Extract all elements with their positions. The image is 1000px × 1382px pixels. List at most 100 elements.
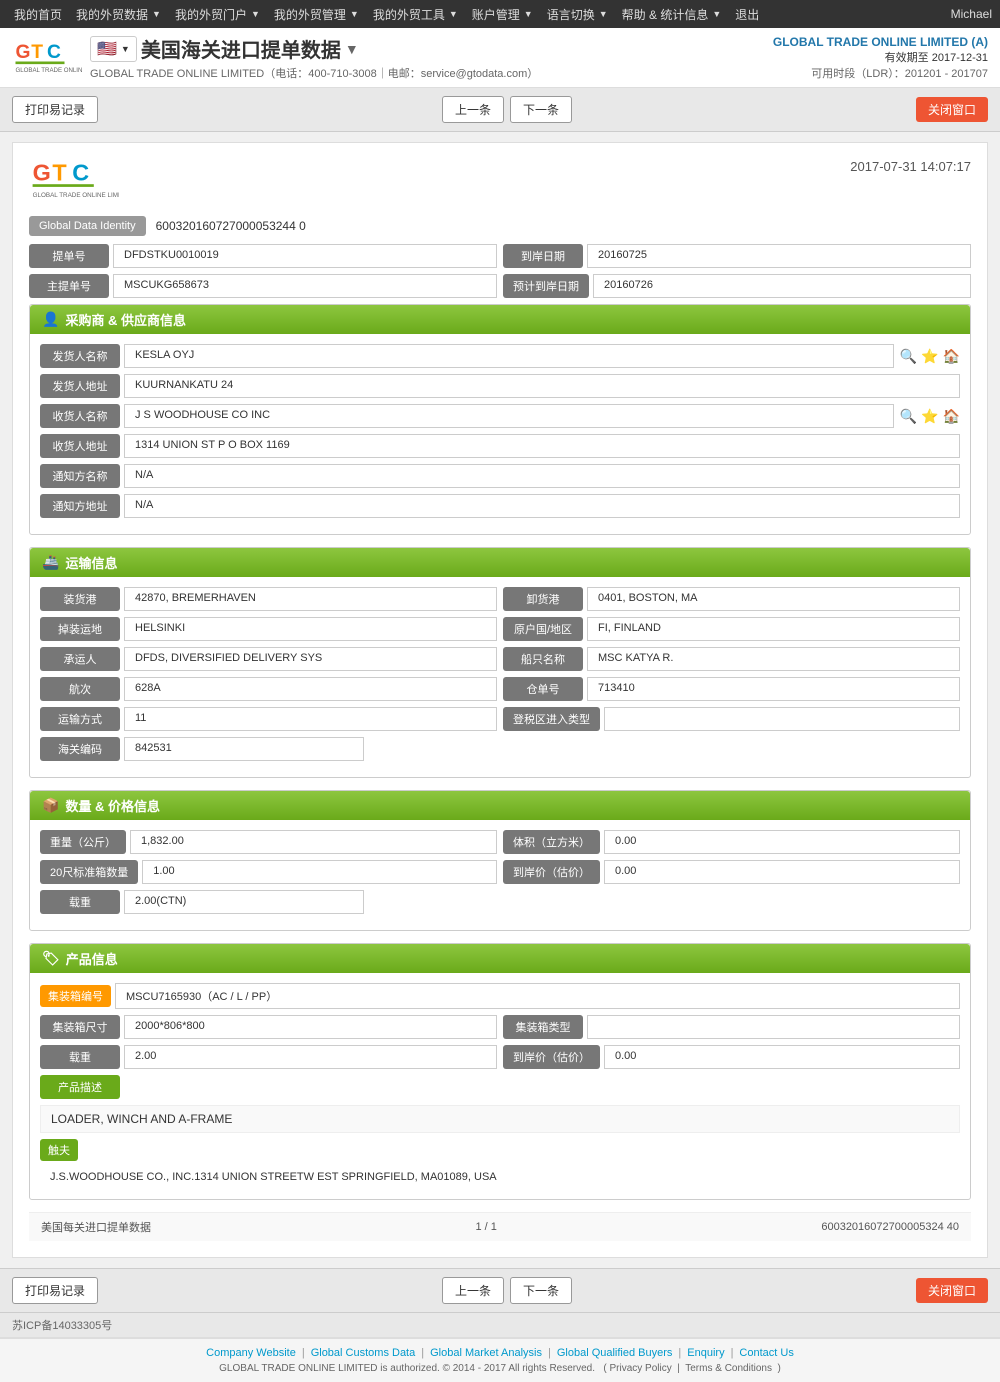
header-title-area: 🇺🇸 ▼ 美国海关进口提单数据 ▼ GLOBAL TRADE ONLINE LI…: [90, 34, 538, 81]
page-title: 🇺🇸 ▼ 美国海关进口提单数据 ▼: [90, 34, 538, 63]
discharge-port-row: 卸货港 0401, BOSTON, MA: [503, 587, 960, 611]
origin-row: 原户国/地区 FI, FINLAND: [503, 617, 960, 641]
qty-row: 载重 2.00(CTN): [40, 890, 960, 914]
footer-link-qualified-buyers[interactable]: Global Qualified Buyers: [557, 1347, 673, 1359]
shipper-name-value: KESLA OYJ: [124, 344, 894, 368]
copyright-text: GLOBAL TRADE ONLINE LIMITED is authorize…: [219, 1363, 595, 1374]
container-type-label: 集装箱类型: [503, 1015, 583, 1039]
nav-data[interactable]: 我的外贸数据▼: [70, 2, 167, 27]
svg-text:T: T: [31, 42, 43, 63]
transport-row1: 装货港 42870, BREMERHAVEN 卸货港 0401, BOSTON,…: [40, 587, 960, 611]
transport-mode-row: 运输方式 11: [40, 707, 497, 731]
product-qty-row: 载重 2.00: [40, 1045, 497, 1069]
buyer-label[interactable]: 触夫: [40, 1139, 78, 1161]
nav-home[interactable]: 我的首页: [8, 2, 68, 27]
container-no-label: 集装箱编号: [40, 985, 111, 1007]
footer-sep3: |: [548, 1347, 551, 1359]
qty-label: 载重: [40, 890, 120, 914]
footer-link-customs[interactable]: Global Customs Data: [311, 1347, 416, 1359]
carrier-value: DFDS, DIVERSIFIED DELIVERY SYS: [124, 647, 497, 671]
bottom-print-button[interactable]: 打印易记录: [12, 1277, 98, 1304]
ftz-value: [604, 707, 960, 731]
us-flag-icon: 🇺🇸: [97, 39, 117, 59]
nav-lang[interactable]: 语言切换▼: [541, 2, 614, 27]
vessel-label: 船只名称: [503, 647, 583, 671]
header: G T C GLOBAL TRADE ONLINE LIMITED 🇺🇸 ▼ 美…: [0, 28, 1000, 88]
nav-manage[interactable]: 我的外贸管理▼: [268, 2, 365, 27]
close-button[interactable]: 关闭窗口: [916, 97, 988, 122]
bottom-prev-button[interactable]: 上一条: [442, 1277, 504, 1304]
notify-name-row: 通知方名称 N/A: [40, 464, 960, 488]
dropdown-arrow: ▼: [251, 9, 260, 19]
notify-name-label: 通知方名称: [40, 464, 120, 488]
prev-button[interactable]: 上一条: [442, 96, 504, 123]
global-data-identity-value: 600320160727000053244 0: [156, 219, 306, 233]
footer-link-company[interactable]: Company Website: [206, 1347, 296, 1359]
bill-fields-row2: 主提单号 MSCUKG658673 预计到岸日期 20160726: [29, 274, 971, 298]
arrival-price-row: 到岸价（估价） 0.00: [503, 860, 960, 884]
customs-code-row: 海关编码 842531: [40, 737, 960, 761]
vessel-row: 船只名称 MSC KATYA R.: [503, 647, 960, 671]
notify-name-value: N/A: [124, 464, 960, 488]
gtc-logo: G T C GLOBAL TRADE ONLINE LIMITED: [12, 38, 82, 78]
shipper-addr-row: 发货人地址 KUURNANKATU 24: [40, 374, 960, 398]
volume-row: 体积（立方米） 0.00: [503, 830, 960, 854]
global-data-identity-label: Global Data Identity: [29, 216, 146, 236]
bottom-close-button[interactable]: 关闭窗口: [916, 1278, 988, 1303]
buyer-value: J.S.WOODHOUSE CO., INC.1314 UNION STREET…: [40, 1165, 960, 1189]
consignee-star-icon[interactable]: ⭐: [921, 408, 938, 425]
bottom-next-button[interactable]: 下一条: [510, 1277, 572, 1304]
nav-tools[interactable]: 我的外贸工具▼: [367, 2, 464, 27]
nav-portal[interactable]: 我的外贸门户▼: [169, 2, 266, 27]
loading-port-row: 装货港 42870, BREMERHAVEN: [40, 587, 497, 611]
consignee-name-row: 收货人名称 J S WOODHOUSE CO INC 🔍 ⭐ 🏠: [40, 404, 960, 428]
consignee-home-icon[interactable]: 🏠: [943, 408, 960, 425]
arrival-date-row: 到岸日期 20160725: [503, 244, 971, 268]
footer-sep4: |: [678, 1347, 681, 1359]
footer-terms-link[interactable]: Terms & Conditions: [685, 1363, 772, 1374]
shipper-star-icon[interactable]: ⭐: [921, 348, 938, 365]
shipper-name-row: 发货人名称 KESLA OYJ 🔍 ⭐ 🏠: [40, 344, 960, 368]
product-desc-value: LOADER, WINCH AND A-FRAME: [40, 1105, 960, 1133]
shipper-home-icon[interactable]: 🏠: [943, 348, 960, 365]
product-title: 产品信息: [66, 949, 118, 968]
weight-row: 重量（公斤） 1,832.00: [40, 830, 497, 854]
origin-value: FI, FINLAND: [587, 617, 960, 641]
bill-no-value: DFDSTKU0010019: [113, 244, 497, 268]
user-name: Michael: [951, 7, 992, 21]
next-button[interactable]: 下一条: [510, 96, 572, 123]
footer-link-market[interactable]: Global Market Analysis: [430, 1347, 542, 1359]
icp-text: 苏ICP备14033305号: [12, 1317, 112, 1333]
flag-selector[interactable]: 🇺🇸 ▼: [90, 36, 137, 62]
main-content: G T C GLOBAL TRADE ONLINE LIMITED 2017-0…: [12, 142, 988, 1258]
quantity-price-header: 📦 数量 & 价格信息: [30, 791, 970, 820]
product-section: 🏷 产品信息 集装箱编号 MSCU7165930（AC / L / PP） 集装…: [29, 943, 971, 1200]
master-bill-row: 主提单号 MSCUKG658673: [29, 274, 497, 298]
container-type-row: 集装箱类型: [503, 1015, 960, 1039]
loading-port-label: 装货港: [40, 587, 120, 611]
vessel-value: MSC KATYA R.: [587, 647, 960, 671]
volume-value: 0.00: [604, 830, 960, 854]
bill-no-label: 提单号: [29, 244, 109, 268]
record-logo: G T C GLOBAL TRADE ONLINE LIMITED: [29, 159, 119, 204]
consignee-addr-value: 1314 UNION ST P O BOX 1169: [124, 434, 960, 458]
print-button[interactable]: 打印易记录: [12, 96, 98, 123]
shipper-name-label: 发货人名称: [40, 344, 120, 368]
record-source: 美国每关进口提单数据: [41, 1219, 151, 1235]
discharge-port-label: 卸货港: [503, 587, 583, 611]
consignee-icons: 🔍 ⭐ 🏠: [900, 408, 960, 425]
footer-link-enquiry[interactable]: Enquiry: [687, 1347, 724, 1359]
consignee-search-icon[interactable]: 🔍: [900, 408, 917, 425]
record-page: 1 / 1: [475, 1221, 496, 1233]
nav-logout[interactable]: 退出: [729, 2, 765, 27]
qp-row1: 重量（公斤） 1,832.00 体积（立方米） 0.00: [40, 830, 960, 854]
product-arrival-price-row: 到岸价（估价） 0.00: [503, 1045, 960, 1069]
nav-left: 我的首页 我的外贸数据▼ 我的外贸门户▼ 我的外贸管理▼ 我的外贸工具▼ 账户管…: [8, 2, 765, 27]
product-qp-row: 载重 2.00 到岸价（估价） 0.00: [40, 1045, 960, 1069]
footer-link-contact[interactable]: Contact Us: [739, 1347, 793, 1359]
container20-value: 1.00: [142, 860, 497, 884]
nav-help[interactable]: 帮助 & 统计信息▼: [616, 2, 728, 27]
footer-privacy-link[interactable]: Privacy Policy: [609, 1363, 671, 1374]
shipper-search-icon[interactable]: 🔍: [900, 348, 917, 365]
nav-account[interactable]: 账户管理▼: [466, 2, 539, 27]
